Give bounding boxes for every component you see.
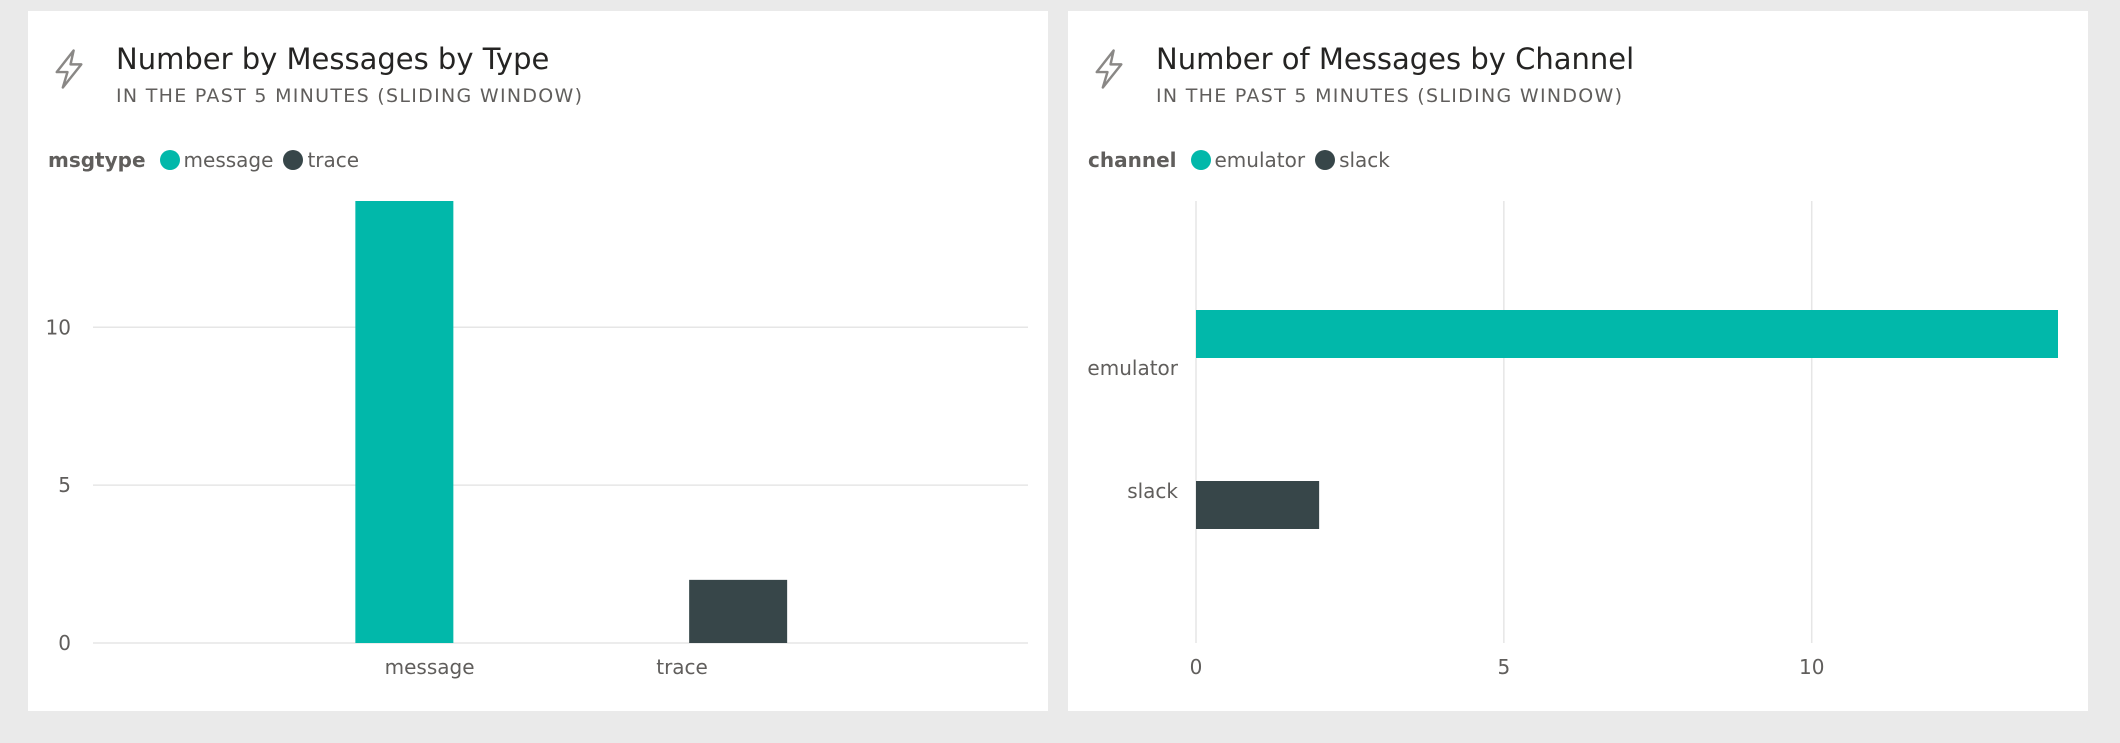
x-tick-label: 5	[1497, 655, 1510, 679]
y-tick-label: 0	[58, 631, 71, 655]
y-tick-label: 10	[46, 315, 71, 339]
chart-tile-messages-by-channel: Number of Messages by Channel IN THE PAS…	[1068, 11, 2088, 711]
chart-tile-messages-by-type: Number by Messages by Type IN THE PAST 5…	[28, 11, 1048, 711]
bar-message	[355, 201, 454, 643]
x-tick-label: 0	[1190, 655, 1203, 679]
y-tick-label: emulator	[1087, 356, 1178, 380]
bar-slack	[1196, 481, 1320, 529]
bar-trace	[689, 579, 788, 643]
horizontal-bar-chart: 0 5 10 emulator slack	[1087, 201, 2058, 679]
y-tick-label: 5	[58, 473, 71, 497]
x-tick-label: 10	[1799, 655, 1824, 679]
vertical-bar-chart: 0 5 10 message trace	[46, 201, 1028, 679]
y-tick-label: slack	[1127, 479, 1178, 503]
x-tick-label: message	[385, 655, 475, 679]
x-tick-label: trace	[656, 655, 708, 679]
bar-emulator	[1196, 310, 2058, 358]
